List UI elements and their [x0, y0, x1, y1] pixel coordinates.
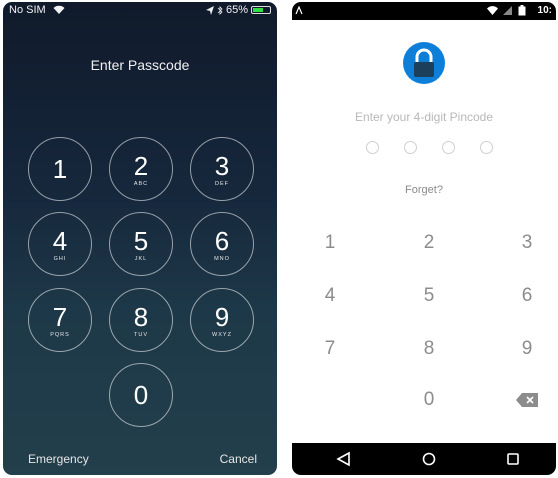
key-7[interactable]: 7	[310, 337, 350, 361]
key-7[interactable]: 7 PQRS	[28, 288, 92, 352]
key-1[interactable]: 1	[28, 137, 92, 201]
status-time: 10:	[537, 5, 552, 16]
key-letters: ABC	[133, 181, 149, 187]
bluetooth-icon	[217, 5, 223, 15]
forgot-link[interactable]: Forget?	[292, 184, 556, 196]
key-number: 3	[214, 151, 230, 181]
backspace-button[interactable]	[507, 388, 547, 412]
key-4[interactable]: 4	[310, 284, 350, 308]
back-icon[interactable]	[329, 443, 359, 475]
key-0[interactable]: 0	[109, 363, 173, 427]
key-6[interactable]: 6 MNO	[190, 212, 254, 276]
key-1[interactable]: 1	[310, 231, 350, 255]
wifi-icon	[53, 5, 65, 14]
backspace-icon	[516, 393, 538, 407]
pin-dot	[404, 141, 417, 154]
key-9[interactable]: 9	[507, 337, 547, 361]
pin-dot	[366, 141, 379, 154]
key-number: 8	[133, 302, 149, 332]
key-number: 1	[52, 154, 68, 184]
key-8[interactable]: 8 TUV	[109, 288, 173, 352]
battery-percent: 65%	[225, 4, 248, 16]
ios-passcode-screen: No SIM 65% Enter Passcode 1 2 ABC 3 DEF …	[3, 2, 277, 475]
page-title: Enter Passcode	[90, 57, 190, 73]
pin-dot	[442, 141, 455, 154]
key-letters: DEF	[215, 181, 229, 187]
signal-icon	[503, 6, 512, 15]
key-3[interactable]: 3	[507, 231, 547, 255]
battery-icon	[518, 5, 526, 16]
key-letters: GHI	[53, 256, 67, 262]
key-number: 5	[133, 226, 149, 256]
pin-dot	[480, 141, 493, 154]
key-number: 0	[133, 380, 149, 410]
key-letters: MNO	[214, 256, 230, 262]
key-2[interactable]: 2	[409, 231, 449, 255]
key-number: 4	[52, 226, 68, 256]
key-number: 6	[214, 226, 230, 256]
key-letters: JKL	[134, 256, 148, 262]
emergency-button[interactable]: Emergency	[28, 452, 89, 466]
key-6[interactable]: 6	[507, 284, 547, 308]
key-letters: WXYZ	[212, 332, 232, 338]
key-number: 2	[133, 151, 149, 181]
key-2[interactable]: 2 ABC	[109, 137, 173, 201]
key-letters: PQRS	[50, 332, 70, 338]
notification-icon	[295, 6, 303, 15]
key-8[interactable]: 8	[409, 337, 449, 361]
navigation-bar	[292, 443, 556, 475]
location-arrow-icon	[205, 5, 214, 15]
home-icon[interactable]	[414, 443, 444, 475]
key-0[interactable]: 0	[409, 388, 449, 412]
cancel-button[interactable]: Cancel	[220, 452, 257, 466]
carrier-label: No SIM	[9, 4, 46, 16]
android-status-bar: 10:	[292, 2, 556, 20]
pin-indicator	[366, 140, 496, 156]
battery-icon	[251, 6, 271, 14]
key-number: 9	[214, 302, 230, 332]
key-letters: TUV	[134, 332, 148, 338]
key-9[interactable]: 9 WXYZ	[190, 288, 254, 352]
wifi-icon	[487, 6, 498, 15]
android-pincode-screen: 10: Enter your 4-digit Pincode Forget? 1…	[292, 2, 556, 475]
ios-status-bar: No SIM 65%	[3, 2, 277, 20]
pincode-prompt: Enter your 4-digit Pincode	[354, 110, 494, 124]
key-4[interactable]: 4 GHI	[28, 212, 92, 276]
recents-icon[interactable]	[498, 443, 528, 475]
key-3[interactable]: 3 DEF	[190, 137, 254, 201]
key-5[interactable]: 5	[409, 284, 449, 308]
key-number: 7	[52, 302, 68, 332]
lock-icon	[403, 42, 445, 84]
key-5[interactable]: 5 JKL	[109, 212, 173, 276]
